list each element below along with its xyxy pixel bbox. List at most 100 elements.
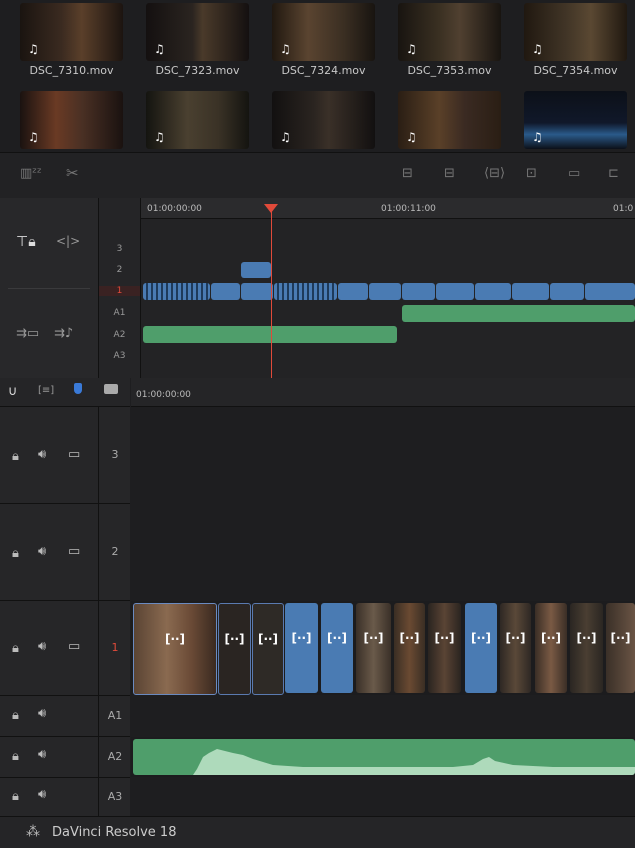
source-overwrite-icon[interactable]: ⊏ [608, 166, 619, 181]
media-clip[interactable]: ♫ DSC_7353.mov [398, 3, 501, 77]
snap-icon[interactable]: ∪ [8, 384, 18, 399]
video-clip[interactable]: [··] [500, 603, 531, 693]
audio-clip[interactable] [402, 305, 635, 322]
media-clip[interactable]: ♫ DSC_7324.mov [272, 3, 375, 77]
app-name: DaVinci Resolve 18 [52, 825, 177, 840]
marker-icon[interactable] [74, 383, 82, 394]
video-clip[interactable] [585, 283, 635, 300]
transform-icon: [··] [505, 631, 526, 645]
music-note-icon: ♫ [28, 130, 39, 144]
media-clip[interactable]: ♫ DSC_7310.mov [20, 3, 123, 77]
video-clip[interactable]: [··] [606, 603, 635, 693]
snooze-icon[interactable]: ▥ᶻᶻ [20, 166, 42, 181]
video-clip[interactable] [512, 283, 549, 300]
video-clip[interactable] [274, 283, 337, 300]
lock-icon[interactable]: 🔒︎ [12, 789, 19, 804]
lock-icon[interactable]: 🔒︎ [12, 749, 19, 764]
track-number: 2 [98, 504, 131, 600]
video-clip[interactable]: [··] [133, 603, 217, 695]
place-on-top-icon[interactable]: ▭ [568, 166, 580, 181]
track-label: 2 [116, 265, 123, 275]
video-clip[interactable] [211, 283, 240, 300]
video-clip[interactable] [475, 283, 511, 300]
video-clip[interactable] [436, 283, 474, 300]
clip-name: DSC_7353.mov [407, 64, 492, 77]
track-label: A2 [113, 330, 126, 340]
music-note-icon: ♫ [154, 42, 165, 56]
transform-icon: [··] [257, 632, 279, 646]
track-number-active: 1 [98, 601, 131, 695]
video-clip[interactable] [402, 283, 435, 300]
media-clip[interactable]: ♫ [20, 91, 123, 149]
upper-track-labels: 3 2 1 A1 A2 A3 [99, 198, 141, 378]
speaker-icon[interactable]: 🔊︎ [38, 747, 46, 762]
speaker-icon[interactable]: 🔊︎ [38, 447, 46, 462]
media-clip[interactable]: ♫ [272, 91, 375, 149]
media-pool: ♫ DSC_7310.mov ♫ DSC_7323.mov ♫ DSC_7324… [0, 0, 635, 152]
monitor-icon[interactable]: ▭ [68, 544, 80, 559]
speaker-icon[interactable]: 🔊︎ [38, 544, 46, 559]
video-clip[interactable] [338, 283, 368, 300]
clip-thumbnail: ♫ [146, 91, 249, 149]
monitor-icon[interactable]: ▭ [68, 447, 80, 462]
video-clip[interactable]: [··] [428, 603, 461, 693]
audio-clip[interactable] [133, 739, 635, 775]
lock-track-icon[interactable]: ⊤🔒︎ [16, 234, 36, 250]
close-up-icon[interactable]: ⊡ [526, 166, 537, 181]
smart-insert-icon[interactable]: ⊟ [402, 166, 413, 181]
clip-thumbnail: ♫ [272, 91, 375, 149]
video-clip[interactable] [143, 283, 210, 300]
track-number: A2 [98, 737, 131, 777]
lower-ruler[interactable]: 01:00:00:00 [131, 378, 635, 407]
video-clip[interactable]: [··] [252, 603, 284, 695]
video-clip[interactable]: [··] [394, 603, 425, 693]
media-clip[interactable]: ♫ DSC_7354.mov [524, 3, 627, 77]
upper-ruler[interactable]: 01:00:00:00 01:00:11:00 01:0 [141, 198, 635, 219]
music-note-icon: ♫ [28, 42, 39, 56]
video-clip[interactable]: [··] [535, 603, 567, 693]
track-number: 3 [98, 407, 131, 503]
media-clip[interactable]: ♫ DSC_7323.mov [146, 3, 249, 77]
lock-icon[interactable]: 🔒︎ [12, 641, 19, 656]
lower-timeline: ∪ [≡] 01:00:00:00 🔒︎ 🔊︎ ▭ 3 🔒︎ 🔊︎ ▭ 2 🔒︎… [0, 378, 635, 817]
video-clip[interactable]: [··] [218, 603, 251, 695]
trim-icon[interactable]: <|> [56, 234, 80, 248]
link-audio-icon[interactable]: [≡] [38, 385, 54, 396]
video-clip[interactable] [550, 283, 584, 300]
video-clip[interactable]: [··] [285, 603, 318, 693]
video-clip[interactable] [241, 283, 273, 300]
audio-sync-icon[interactable]: ⇉▭ [16, 326, 39, 341]
media-clip[interactable]: ♫ [398, 91, 501, 149]
media-clip[interactable]: ♫ [146, 91, 249, 149]
scissors-icon[interactable]: ✂ [66, 164, 79, 182]
video-clip[interactable] [241, 262, 271, 278]
transform-icon: [··] [399, 631, 420, 645]
add-track-icon[interactable] [104, 384, 118, 394]
video-clip[interactable] [369, 283, 401, 300]
audio-music-icon[interactable]: ⇉♪ [54, 326, 73, 341]
monitor-icon[interactable]: ▭ [68, 639, 80, 654]
ripple-overwrite-icon[interactable]: ⟨⊟⟩ [484, 166, 505, 181]
media-clip[interactable]: ♫ [524, 91, 627, 149]
video-clip[interactable]: [··] [356, 603, 391, 693]
speaker-icon[interactable]: 🔊︎ [38, 706, 46, 721]
track-lane-v1: [··] [··] [··] [··] [··] [··] [··] [··] … [131, 601, 635, 695]
status-bar: ⁂ DaVinci Resolve 18 [0, 816, 635, 848]
video-clip[interactable]: [··] [465, 603, 497, 693]
track-number: A1 [98, 696, 131, 736]
clip-name: DSC_7323.mov [155, 64, 240, 77]
video-clip[interactable]: [··] [570, 603, 603, 693]
track-label: A3 [113, 351, 126, 361]
lock-icon[interactable]: 🔒︎ [12, 708, 19, 723]
speaker-icon[interactable]: 🔊︎ [38, 787, 46, 802]
append-icon[interactable]: ⊟ [444, 166, 455, 181]
audio-clip[interactable] [143, 326, 397, 343]
audio-waveform [133, 749, 635, 775]
track-header-v3: 🔒︎ 🔊︎ ▭ 3 [0, 407, 130, 504]
track-number: A3 [98, 778, 131, 816]
speaker-icon[interactable]: 🔊︎ [38, 639, 46, 654]
transform-icon: [··] [610, 631, 631, 645]
lock-icon[interactable]: 🔒︎ [12, 449, 19, 464]
lock-icon[interactable]: 🔒︎ [12, 546, 19, 561]
video-clip[interactable]: [··] [321, 603, 353, 693]
